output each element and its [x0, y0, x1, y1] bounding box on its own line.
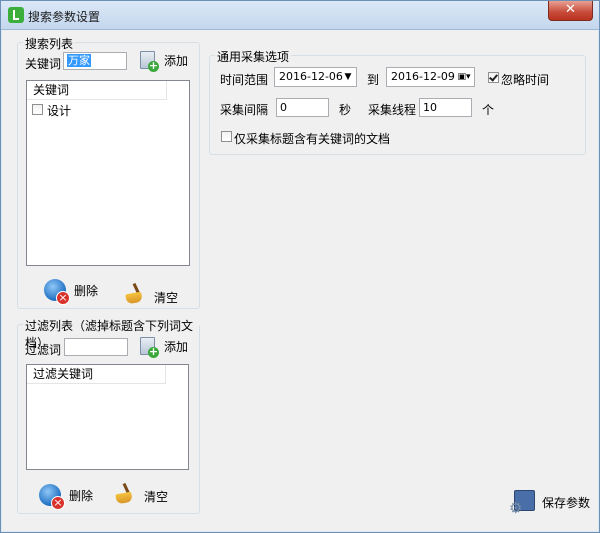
search-list-title: 搜索列表: [23, 35, 76, 52]
save-params-label: 保存参数: [542, 495, 591, 510]
date-from-picker[interactable]: 2016-12-06 ▼: [274, 67, 357, 87]
date-from-value: 2016-12-06: [279, 70, 343, 83]
title-only-checkbox[interactable]: [221, 131, 232, 142]
dialog-window: 搜索参数设置 ✕ 搜索列表 关键词 万家 添加 关键词 设计 删除 清空 过滤列…: [0, 0, 600, 533]
time-range-label: 时间范围: [220, 73, 269, 87]
delete-icon: [44, 279, 70, 305]
date-to-picker[interactable]: 2016-12-09 ▣▾: [386, 67, 475, 87]
app-icon: [8, 7, 24, 23]
add-filter-button[interactable]: 添加: [139, 336, 189, 358]
clear-filter-label: 清空: [144, 490, 169, 504]
keyword-input-value: 万家: [67, 54, 91, 67]
clear-keyword-button[interactable]: 清空: [124, 281, 178, 306]
date-to-value: 2016-12-09: [391, 70, 455, 83]
keyword-listbox[interactable]: 关键词 设计: [26, 80, 190, 266]
add-document-icon: [139, 336, 159, 358]
filter-word-label: 过滤词: [25, 343, 62, 357]
title-bar[interactable]: 搜索参数设置 ✕: [1, 1, 599, 30]
filter-word-input[interactable]: [64, 338, 128, 356]
interval-input[interactable]: 0: [276, 98, 329, 117]
list-item[interactable]: 设计: [31, 102, 151, 118]
filter-listbox[interactable]: 过滤关键词: [26, 364, 189, 470]
delete-filter-label: 删除: [69, 488, 94, 503]
keyword-label: 关键词: [25, 57, 62, 71]
save-params-button[interactable]: 保存参数: [509, 489, 591, 517]
keyword-column-header[interactable]: 关键词: [27, 81, 166, 100]
options-title: 通用采集选项: [215, 48, 292, 65]
add-keyword-label: 添加: [164, 53, 189, 68]
add-keyword-button[interactable]: 添加: [139, 50, 189, 72]
ignore-time-label[interactable]: 忽略时间: [501, 71, 549, 88]
delete-filter-button[interactable]: 删除: [39, 484, 94, 510]
seconds-label: 秒: [339, 103, 352, 117]
list-item-checkbox[interactable]: [32, 104, 43, 115]
save-settings-icon: [509, 489, 537, 517]
filter-column-header[interactable]: 过滤关键词: [27, 365, 165, 384]
chevron-down-icon[interactable]: ▼: [340, 68, 356, 86]
clear-filter-button[interactable]: 清空: [114, 482, 168, 505]
clear-keyword-label: 清空: [154, 291, 179, 305]
calendar-icon[interactable]: ▣▾: [454, 68, 474, 86]
list-item-label: 设计: [47, 104, 72, 118]
to-label: 到: [367, 73, 380, 87]
threads-unit-label: 个: [482, 103, 495, 117]
filter-header-filler: [165, 365, 188, 384]
add-document-icon: [139, 50, 159, 72]
delete-icon: [39, 484, 65, 510]
interval-label: 采集间隔: [220, 103, 269, 117]
add-filter-label: 添加: [164, 339, 189, 354]
threads-input[interactable]: 10: [419, 98, 472, 117]
keyword-input[interactable]: 万家: [63, 52, 127, 70]
keyword-header-filler: [166, 81, 189, 100]
broom-icon: [124, 283, 146, 305]
delete-keyword-button[interactable]: 删除: [44, 279, 99, 305]
window-title: 搜索参数设置: [28, 10, 101, 24]
title-only-label[interactable]: 仅采集标题含有关键词的文档: [234, 130, 390, 147]
ignore-time-checkbox[interactable]: [488, 72, 499, 83]
threads-label: 采集线程: [368, 103, 417, 117]
delete-keyword-label: 删除: [74, 283, 99, 298]
close-button[interactable]: ✕: [548, 1, 593, 21]
broom-icon: [114, 483, 136, 505]
